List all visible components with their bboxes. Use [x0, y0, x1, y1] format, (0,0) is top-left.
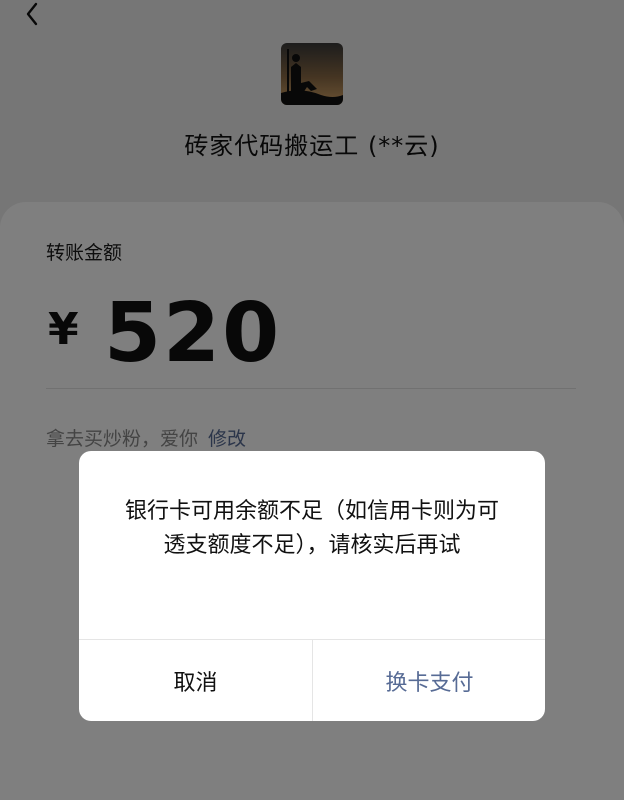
dialog-message: 银行卡可用余额不足（如信用卡则为可透支额度不足），请核实后再试: [124, 499, 499, 558]
insufficient-balance-dialog: 银行卡可用余额不足（如信用卡则为可透支额度不足），请核实后再试 取消 换卡支付: [79, 451, 545, 721]
switch-card-button[interactable]: 换卡支付: [313, 640, 545, 721]
cancel-button[interactable]: 取消: [79, 640, 312, 721]
